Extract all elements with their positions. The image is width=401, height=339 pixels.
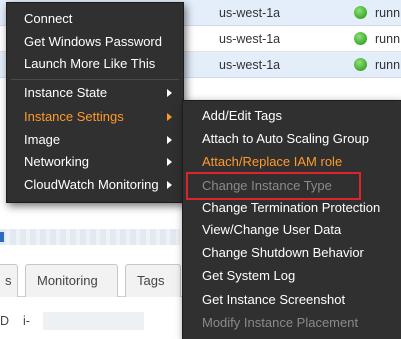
instance-state: runn — [375, 32, 401, 46]
menu-item-launch-more-like-this[interactable]: Launch More Like This — [7, 53, 183, 75]
menu-item-label: CloudWatch Monitoring — [24, 177, 159, 192]
submenu-item-change-termination-protection[interactable]: Change Termination Protection — [183, 197, 401, 219]
chevron-right-icon — [167, 89, 172, 97]
menu-item-label: Instance State — [24, 85, 108, 100]
availability-zone: us-west-1a — [219, 32, 281, 46]
instance-state: runn — [375, 6, 401, 20]
instance-state: runn — [375, 58, 401, 72]
menu-item-image[interactable]: Image — [7, 129, 183, 151]
menu-divider — [11, 79, 179, 80]
redacted-bar — [0, 229, 180, 245]
submenu-item-get-instance-screenshot[interactable]: Get Instance Screenshot — [183, 289, 401, 311]
availability-zone: us-west-1a — [219, 58, 281, 72]
chevron-right-icon — [167, 136, 172, 144]
menu-item-label: Networking — [24, 154, 90, 169]
chevron-right-icon — [167, 181, 172, 189]
chevron-right-icon — [167, 158, 172, 166]
instance-settings-submenu: Add/Edit Tags Attach to Auto Scaling Gro… — [182, 100, 401, 339]
menu-item-label: Instance Settings — [24, 109, 124, 124]
submenu-item-view-change-user-data[interactable]: View/Change User Data — [183, 219, 401, 241]
running-status-icon — [354, 6, 367, 19]
menu-item-instance-settings[interactable]: Instance Settings — [7, 106, 183, 128]
availability-zone: us-west-1a — [219, 6, 281, 20]
running-status-icon — [354, 58, 367, 71]
tab-status-checks[interactable]: s — [0, 264, 18, 297]
submenu-item-modify-instance-placement: Modify Instance Placement — [202, 315, 359, 330]
menu-item-cloudwatch-monitoring[interactable]: CloudWatch Monitoring — [7, 174, 183, 196]
menu-item-get-windows-password[interactable]: Get Windows Password — [7, 31, 183, 53]
tab-monitoring[interactable]: Monitoring — [25, 264, 118, 297]
redacted-instance-id — [43, 312, 144, 330]
submenu-item-add-edit-tags[interactable]: Add/Edit Tags — [183, 105, 401, 127]
submenu-item-get-system-log[interactable]: Get System Log — [183, 265, 401, 287]
menu-item-networking[interactable]: Networking — [7, 151, 183, 173]
submenu-item-attach-auto-scaling-group[interactable]: Attach to Auto Scaling Group — [183, 128, 401, 150]
menu-item-instance-state[interactable]: Instance State — [7, 82, 183, 104]
chevron-right-icon — [167, 113, 172, 121]
menu-item-connect[interactable]: Connect — [7, 8, 183, 30]
selection-marker — [0, 232, 4, 242]
submenu-item-attach-replace-iam-role[interactable]: Attach/Replace IAM role — [183, 151, 401, 173]
running-status-icon — [354, 32, 367, 45]
submenu-item-change-shutdown-behavior[interactable]: Change Shutdown Behavior — [183, 242, 401, 264]
instance-id-value: i- — [23, 314, 30, 328]
instance-actions-menu: Connect Get Windows Password Launch More… — [6, 2, 184, 203]
menu-item-label: Image — [24, 132, 61, 147]
annotation-highlight-box — [186, 172, 361, 200]
detail-label: D — [0, 314, 10, 328]
tab-tags[interactable]: Tags — [125, 264, 181, 297]
